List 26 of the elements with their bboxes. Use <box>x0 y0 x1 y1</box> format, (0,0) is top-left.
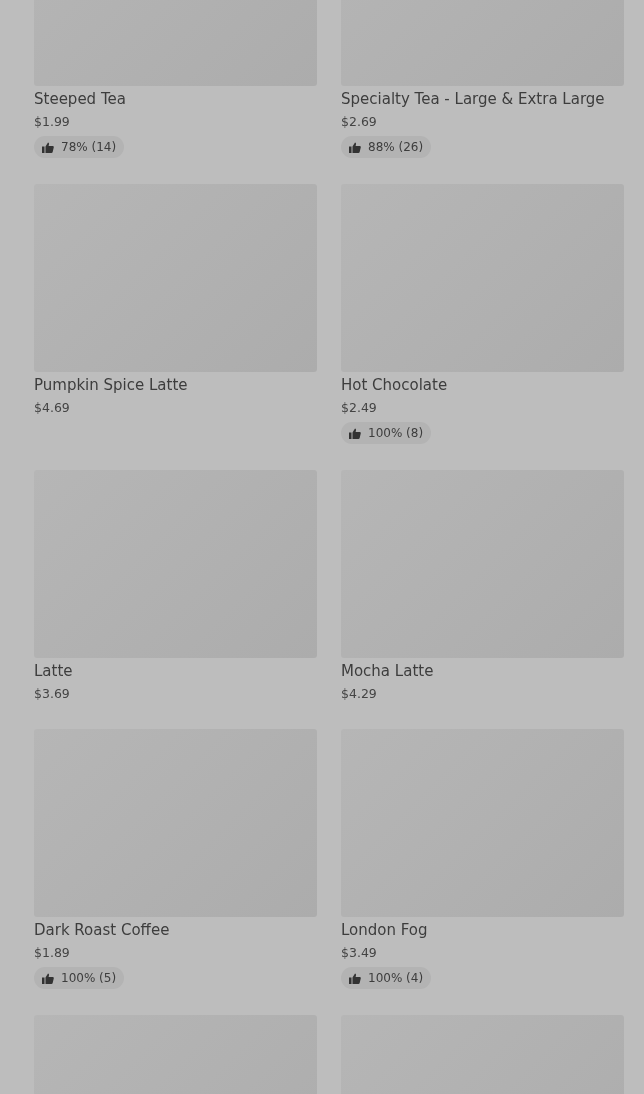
product-name: Steeped Tea <box>34 89 126 109</box>
rating-text: 78% (14) <box>61 140 117 154</box>
rating-text: 100% (8) <box>368 426 424 440</box>
product-name: Pumpkin Spice Latte <box>34 375 188 395</box>
rating-text: 100% (5) <box>61 971 117 985</box>
product-name: Specialty Tea - Large & Extra Large <box>341 89 605 109</box>
product-price: $3.49 <box>341 944 377 962</box>
thumbs-up-icon <box>349 427 361 439</box>
product-price: $1.99 <box>34 113 70 131</box>
product-price: $2.69 <box>341 113 377 131</box>
product-name: Hot Chocolate <box>341 375 448 395</box>
thumbs-up-icon <box>42 972 54 984</box>
thumbs-up-icon <box>349 141 361 153</box>
product-name: Mocha Latte <box>341 661 434 681</box>
product-price: $2.49 <box>341 399 377 417</box>
product-price: $1.89 <box>34 944 70 962</box>
product-name: Latte <box>34 661 73 681</box>
product-price: $3.69 <box>34 685 70 703</box>
rating-text: 100% (4) <box>368 971 424 985</box>
thumbs-up-icon <box>42 141 54 153</box>
thumbs-up-icon <box>349 972 361 984</box>
rating-text: 88% (26) <box>368 140 424 154</box>
product-name: London Fog <box>341 920 428 940</box>
product-price: $4.29 <box>341 685 377 703</box>
product-name: Dark Roast Coffee <box>34 920 170 940</box>
product-price: $4.69 <box>34 399 70 417</box>
